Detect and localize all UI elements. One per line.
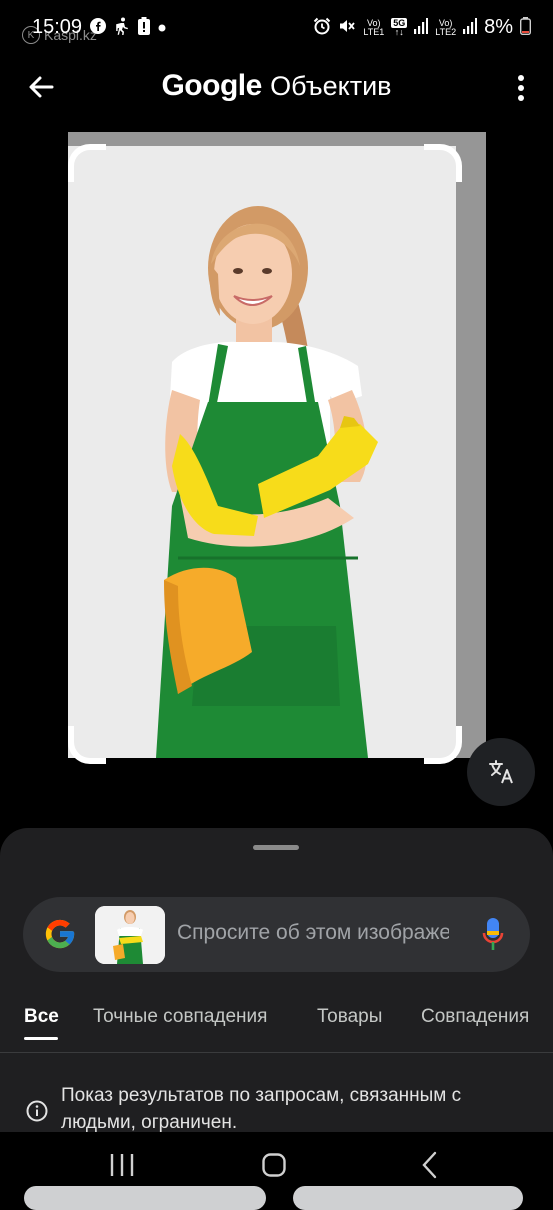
search-bar[interactable]: Спросите об этом изображении	[23, 897, 530, 972]
google-g-icon	[45, 919, 75, 949]
active-tab-indicator	[24, 1037, 58, 1040]
crop-handle-top-left[interactable]	[68, 144, 106, 182]
chevron-left-icon	[422, 1151, 437, 1179]
thumbnail-woman-illustration	[95, 906, 165, 964]
translate-button[interactable]	[467, 738, 535, 806]
tab-exact-matches[interactable]: Точные совпадения	[93, 1006, 267, 1028]
sheet-drag-handle[interactable]	[253, 845, 299, 850]
sim1-label: Vo) LTE1	[363, 17, 385, 37]
bottom-chip-right[interactable]	[293, 1186, 523, 1210]
mute-icon	[338, 17, 356, 38]
notification-dot-icon	[158, 20, 166, 35]
watermark-text: Kaspi.kz	[44, 27, 97, 43]
signal-icon-2	[463, 18, 478, 37]
crop-handle-top-right[interactable]	[424, 144, 462, 182]
result-tabs: Все Точные совпадения Товары Совпадения	[0, 1004, 553, 1053]
system-back-button[interactable]	[416, 1150, 446, 1180]
title-brand: Google	[161, 69, 262, 102]
tab-all[interactable]: Все	[24, 1006, 59, 1028]
photo-woman-in-apron	[68, 146, 456, 758]
watermark: K Kaspi.kz	[22, 26, 97, 44]
page-title: Google Объектив	[0, 69, 553, 103]
status-right: Vo) LTE1 5G ↑↓ Vo) LTE2 8%	[313, 16, 532, 39]
network-5g-label: 5G ↑↓	[391, 17, 408, 37]
bottom-chip-left[interactable]	[24, 1186, 266, 1210]
home-button[interactable]	[260, 1150, 290, 1180]
crop-handle-bottom-left[interactable]	[68, 726, 106, 764]
app-bar: Google Объектив	[0, 56, 553, 120]
recent-apps-icon	[110, 1154, 134, 1176]
search-input[interactable]: Спросите об этом изображении	[177, 921, 449, 945]
battery-alert-icon	[138, 17, 151, 38]
tab-products[interactable]: Товары	[317, 1006, 382, 1028]
home-icon	[262, 1153, 286, 1177]
notice-text: Показ результатов по запросам, связанным…	[61, 1085, 462, 1133]
query-image-thumbnail[interactable]	[95, 906, 165, 964]
watermark-logo-icon: K	[22, 26, 40, 44]
title-product: Объектив	[270, 71, 392, 101]
battery-icon	[519, 17, 532, 38]
alarm-icon	[313, 17, 331, 38]
status-bar: 15:09 K Kaspi.kz Vo) LTE1 5G ↑↓ Vo) LTE2…	[0, 0, 553, 56]
woman-illustration	[68, 146, 456, 758]
signal-icon-1	[414, 18, 429, 37]
translate-icon	[489, 760, 513, 784]
microphone-icon[interactable]	[482, 917, 504, 951]
info-icon	[26, 1100, 48, 1122]
more-vert-icon	[518, 75, 524, 101]
tab-visual-matches[interactable]: Совпадения	[421, 1006, 529, 1028]
selected-image-area[interactable]	[68, 132, 486, 764]
recent-apps-button[interactable]	[107, 1150, 137, 1180]
crop-handle-bottom-right[interactable]	[424, 726, 462, 764]
walking-icon	[114, 17, 130, 38]
sim2-label: Vo) LTE2	[435, 17, 457, 37]
more-options-button[interactable]	[517, 74, 525, 102]
battery-percent: 8%	[484, 16, 513, 38]
